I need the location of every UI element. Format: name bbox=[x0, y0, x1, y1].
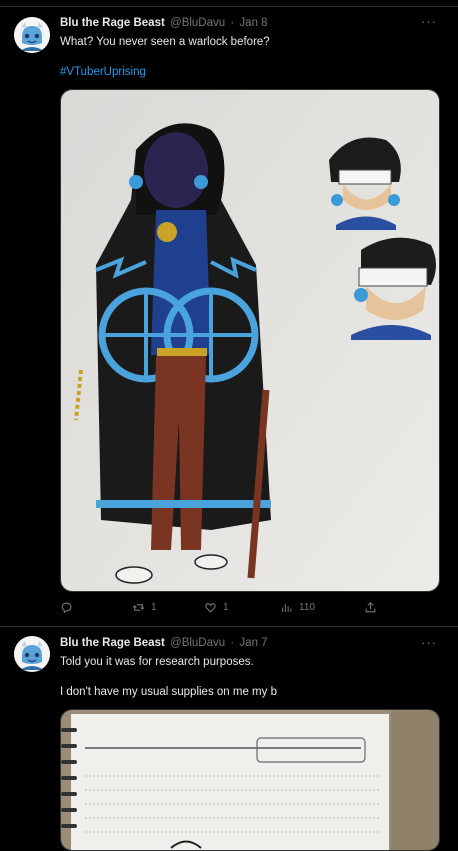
views-icon bbox=[282, 604, 292, 612]
separator: · bbox=[230, 17, 235, 29]
retweet-count: 1 bbox=[151, 602, 157, 613]
tweet-text: Told you it was for research purposes. bbox=[60, 656, 254, 668]
author-handle[interactable]: @BluDavu bbox=[170, 17, 225, 29]
tweet-header: Blu the Rage Beast @BluDavu · Jan 7 bbox=[60, 637, 268, 649]
more-icon[interactable]: ··· bbox=[421, 14, 437, 29]
hashtag-link[interactable]: #VTuberUprising bbox=[60, 66, 146, 78]
like-icon bbox=[205, 603, 216, 613]
reply-button[interactable] bbox=[60, 601, 79, 614]
tweet-text: What? You never seen a warlock before? bbox=[60, 36, 270, 48]
reply-icon bbox=[61, 602, 72, 614]
tweet-header: Blu the Rage Beast @BluDavu · Jan 8 bbox=[60, 17, 268, 29]
views-button[interactable]: 110 bbox=[280, 601, 315, 614]
tweet-actions: 1 1 110 bbox=[60, 601, 390, 617]
tweet[interactable]: Blu the Rage Beast @BluDavu · Jan 8 ··· … bbox=[0, 0, 458, 626]
author-name[interactable]: Blu the Rage Beast bbox=[60, 637, 165, 649]
retweet-icon bbox=[132, 604, 145, 611]
avatar[interactable] bbox=[14, 636, 50, 672]
tweet-date[interactable]: Jan 8 bbox=[239, 17, 267, 29]
retweet-button[interactable]: 1 bbox=[132, 601, 157, 614]
more-icon[interactable]: ··· bbox=[421, 635, 437, 650]
tweet-date[interactable]: Jan 7 bbox=[239, 637, 267, 649]
author-name[interactable]: Blu the Rage Beast bbox=[60, 17, 165, 29]
views-count: 110 bbox=[299, 602, 315, 613]
avatar[interactable] bbox=[14, 17, 50, 53]
share-icon bbox=[365, 601, 376, 613]
separator: · bbox=[230, 637, 235, 649]
like-count: 1 bbox=[223, 602, 229, 613]
tweet-image[interactable] bbox=[60, 89, 440, 592]
tweet-text-line-2: I don't have my usual supplies on me my … bbox=[60, 686, 277, 698]
notebook-photo bbox=[61, 710, 439, 850]
warlock-drawing bbox=[61, 90, 439, 591]
tweet[interactable]: Blu the Rage Beast @BluDavu · Jan 7 ··· … bbox=[0, 627, 458, 851]
share-button[interactable] bbox=[364, 601, 377, 614]
like-button[interactable]: 1 bbox=[204, 601, 229, 614]
author-handle[interactable]: @BluDavu bbox=[170, 637, 225, 649]
